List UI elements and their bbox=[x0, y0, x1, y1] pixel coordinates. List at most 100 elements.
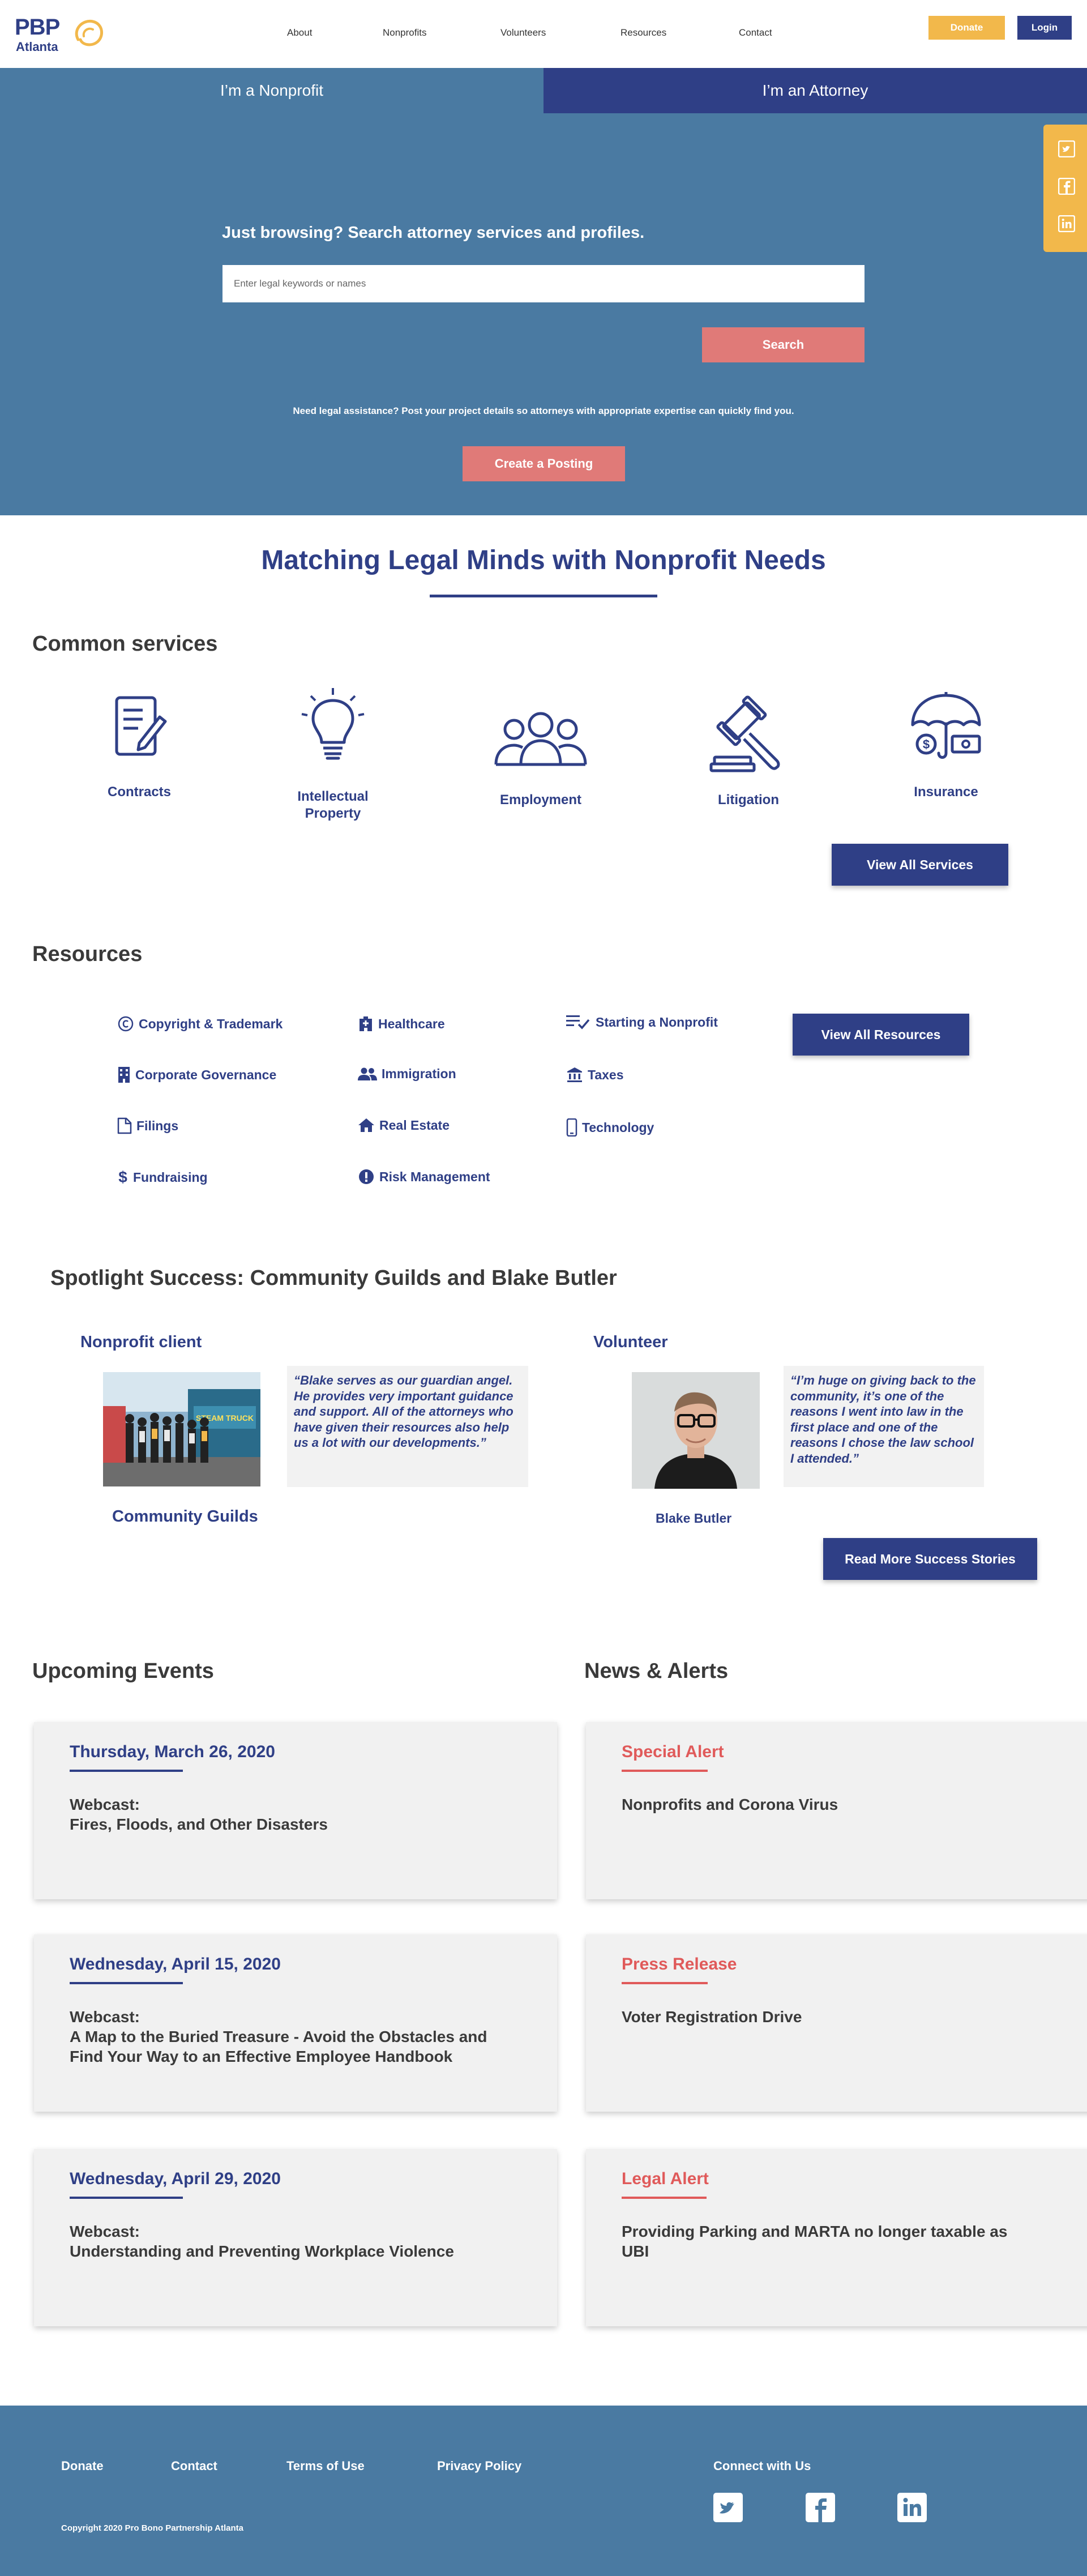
resource-starting-nonprofit[interactable]: Starting a Nonprofit bbox=[566, 1014, 718, 1030]
event-title: Understanding and Preventing Workplace V… bbox=[70, 2242, 454, 2260]
community-guilds-photo: STEAM TRUCK bbox=[103, 1372, 260, 1486]
site-logo[interactable]: PBP Atlanta bbox=[15, 15, 111, 55]
resource-filings[interactable]: Filings bbox=[117, 1117, 178, 1134]
resource-immigration[interactable]: Immigration bbox=[358, 1066, 456, 1082]
resource-label: Starting a Nonprofit bbox=[596, 1014, 718, 1029]
search-input[interactable] bbox=[222, 265, 865, 302]
event-card[interactable]: Wednesday, April 15, 2020 Webcast: A Map… bbox=[34, 1934, 557, 2112]
copyright-icon bbox=[118, 1016, 134, 1032]
linkedin-icon[interactable] bbox=[897, 2493, 927, 2522]
resource-label: Taxes bbox=[588, 1067, 624, 1082]
news-card[interactable]: Press Release Voter Registration Drive bbox=[586, 1934, 1087, 2112]
read-more-stories-button[interactable]: Read More Success Stories bbox=[823, 1538, 1037, 1580]
service-label-employment[interactable]: Employment bbox=[478, 792, 603, 809]
resource-risk-management[interactable]: Risk Management bbox=[358, 1168, 490, 1185]
resource-label: Real Estate bbox=[379, 1117, 450, 1133]
resource-label: Immigration bbox=[382, 1066, 456, 1081]
services-heading: Common services bbox=[32, 632, 218, 656]
service-insurance[interactable]: $ bbox=[884, 690, 1008, 763]
tag-underline bbox=[622, 1770, 708, 1772]
news-title: Providing Parking and MARTA no longer ta… bbox=[622, 2223, 1008, 2260]
view-all-resources-button[interactable]: View All Resources bbox=[793, 1014, 969, 1056]
date-underline bbox=[70, 1982, 183, 1984]
resource-corporate-governance[interactable]: Corporate Governance bbox=[117, 1066, 276, 1083]
title-underline bbox=[430, 595, 657, 597]
news-heading: News & Alerts bbox=[584, 1659, 729, 1683]
facebook-icon[interactable] bbox=[1058, 178, 1075, 195]
volunteer-quote: “I’m huge on giving back to the communit… bbox=[784, 1366, 984, 1487]
date-underline bbox=[70, 2197, 183, 2199]
event-description: Webcast: Understanding and Preventing Wo… bbox=[70, 2222, 523, 2261]
resource-taxes[interactable]: Taxes bbox=[566, 1066, 624, 1083]
event-card[interactable]: Thursday, March 26, 2020 Webcast: Fires,… bbox=[34, 1722, 557, 1899]
svg-text:$: $ bbox=[118, 1168, 127, 1186]
resource-label: Fundraising bbox=[133, 1169, 208, 1185]
blake-butler-photo bbox=[632, 1372, 760, 1489]
event-description: Webcast: Fires, Floods, and Other Disast… bbox=[70, 1795, 523, 1834]
news-tag: Special Alert bbox=[622, 1742, 724, 1761]
nav-volunteers[interactable]: Volunteers bbox=[500, 27, 546, 39]
people-icon bbox=[494, 712, 587, 766]
nav-nonprofits[interactable]: Nonprofits bbox=[383, 27, 426, 39]
event-description: Webcast: A Map to the Buried Treasure - … bbox=[70, 2007, 500, 2066]
date-underline bbox=[70, 1770, 183, 1772]
service-label-insurance[interactable]: Insurance bbox=[884, 784, 1008, 801]
resource-healthcare[interactable]: Healthcare bbox=[358, 1015, 445, 1032]
gavel-icon bbox=[709, 695, 780, 772]
hero-section: I’m a Nonprofit I’m an Attorney Just bro… bbox=[0, 68, 1087, 515]
linkedin-icon[interactable] bbox=[1058, 215, 1075, 232]
footer-terms-link[interactable]: Terms of Use bbox=[286, 2459, 365, 2474]
service-label-litigation[interactable]: Litigation bbox=[686, 792, 811, 809]
footer-privacy-link[interactable]: Privacy Policy bbox=[437, 2459, 521, 2474]
resource-fundraising[interactable]: $ Fundraising bbox=[117, 1168, 208, 1186]
nonprofit-name-link[interactable]: Community Guilds bbox=[112, 1507, 258, 1526]
facebook-icon[interactable] bbox=[806, 2493, 835, 2522]
footer-donate-link[interactable]: Donate bbox=[61, 2459, 104, 2474]
event-date: Wednesday, April 15, 2020 bbox=[70, 1955, 281, 1973]
resource-label: Healthcare bbox=[378, 1016, 445, 1031]
twitter-icon[interactable] bbox=[713, 2493, 743, 2522]
logo-text: PBP bbox=[15, 15, 60, 40]
service-contracts[interactable] bbox=[77, 691, 202, 761]
footer-contact-link[interactable]: Contact bbox=[171, 2459, 217, 2474]
service-label-ip[interactable]: Intellectual Property bbox=[271, 788, 395, 822]
lightbulb-icon bbox=[301, 688, 365, 760]
event-title: Fires, Floods, and Other Disasters bbox=[70, 1815, 328, 1833]
news-tag: Legal Alert bbox=[622, 2169, 709, 2188]
service-ip[interactable] bbox=[271, 688, 395, 767]
login-button[interactable]: Login bbox=[1017, 16, 1072, 40]
nav-about[interactable]: About bbox=[287, 27, 312, 39]
service-employment[interactable] bbox=[478, 708, 603, 770]
site-footer: Donate Contact Terms of Use Privacy Poli… bbox=[0, 2406, 1087, 2576]
news-title: Nonprofits and Corona Virus bbox=[622, 1796, 838, 1813]
nav-contact[interactable]: Contact bbox=[739, 27, 772, 39]
view-all-services-button[interactable]: View All Services bbox=[832, 844, 1008, 886]
resource-real-estate[interactable]: Real Estate bbox=[358, 1117, 450, 1133]
create-posting-button[interactable]: Create a Posting bbox=[463, 446, 625, 481]
tab-attorney[interactable]: I’m an Attorney bbox=[544, 68, 1087, 113]
tag-underline bbox=[622, 1982, 708, 1984]
volunteer-name-link[interactable]: Blake Butler bbox=[656, 1511, 731, 1526]
tab-nonprofit[interactable]: I’m a Nonprofit bbox=[0, 68, 544, 113]
news-card[interactable]: Special Alert Nonprofits and Corona Viru… bbox=[586, 1722, 1087, 1899]
resource-technology[interactable]: Technology bbox=[566, 1118, 654, 1137]
service-litigation[interactable] bbox=[686, 694, 811, 773]
resource-label: Copyright & Trademark bbox=[139, 1016, 283, 1031]
service-label-contracts[interactable]: Contracts bbox=[77, 784, 202, 801]
events-heading: Upcoming Events bbox=[32, 1659, 214, 1683]
nav-resources[interactable]: Resources bbox=[620, 27, 666, 39]
twitter-icon[interactable] bbox=[1058, 140, 1075, 157]
spotlight-heading: Spotlight Success: Community Guilds and … bbox=[50, 1266, 617, 1290]
house-icon bbox=[358, 1118, 374, 1132]
hospital-icon bbox=[360, 1016, 372, 1031]
search-heading: Just browsing? Search attorney services … bbox=[222, 224, 645, 242]
search-button[interactable]: Search bbox=[702, 327, 865, 362]
alert-icon bbox=[359, 1169, 374, 1184]
resource-copyright[interactable]: Copyright & Trademark bbox=[117, 1015, 283, 1032]
event-card[interactable]: Wednesday, April 29, 2020 Webcast: Under… bbox=[34, 2149, 557, 2326]
donate-button[interactable]: Donate bbox=[928, 16, 1005, 40]
news-card[interactable]: Legal Alert Providing Parking and MARTA … bbox=[586, 2149, 1087, 2326]
contract-icon bbox=[115, 696, 167, 756]
event-title: A Map to the Buried Treasure - Avoid the… bbox=[70, 2028, 487, 2065]
bank-icon bbox=[567, 1067, 582, 1082]
